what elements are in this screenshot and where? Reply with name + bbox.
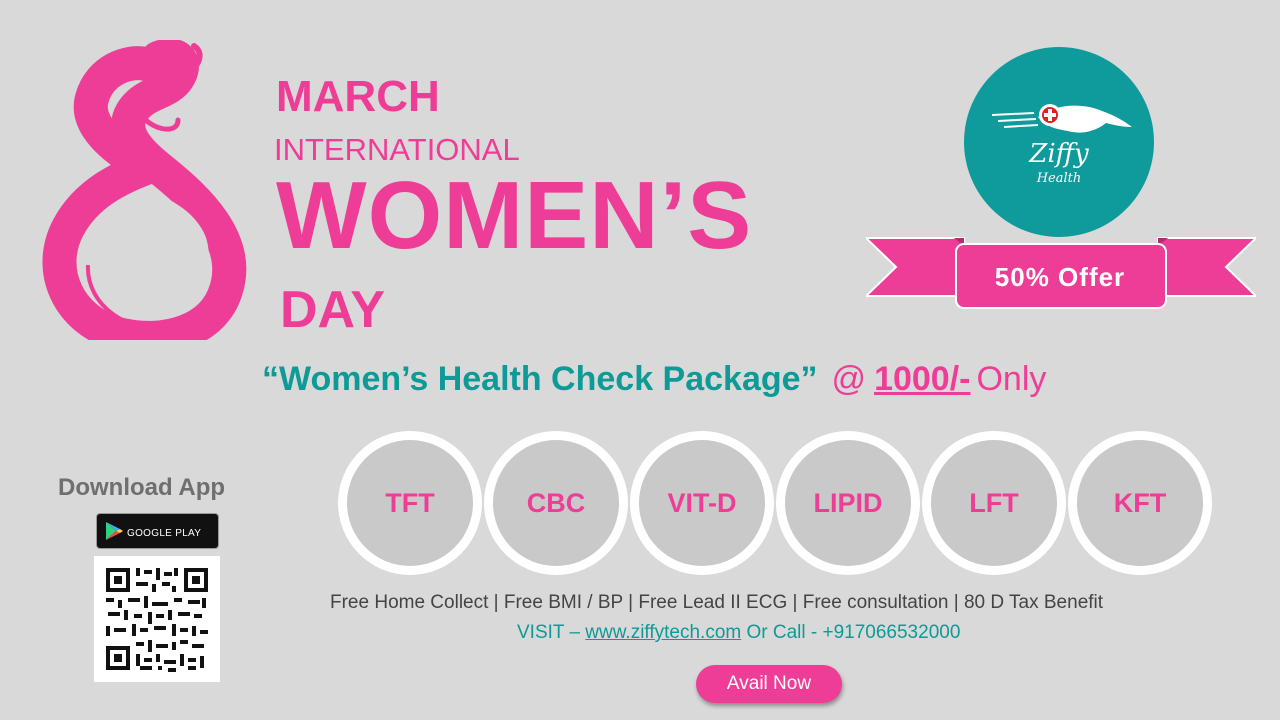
qr-code — [94, 556, 220, 682]
logo-subtitle: Health — [1036, 171, 1082, 186]
test-badge-tft: TFT — [338, 431, 482, 575]
number-eight-graphic — [42, 40, 247, 340]
test-label: LFT — [931, 440, 1057, 566]
promo-banner: MARCH INTERNATIONAL WOMEN’S DAY Ziffy He… — [0, 0, 1280, 720]
website-link[interactable]: www.ziffytech.com — [585, 622, 741, 643]
google-play-badge[interactable]: GOOGLE PLAY — [96, 513, 219, 549]
test-badge-lft: LFT — [922, 431, 1066, 575]
download-app-title: Download App — [58, 474, 226, 501]
offer-label: 50% Offer — [994, 262, 1126, 292]
package-at: @ — [831, 360, 867, 398]
test-label: TFT — [347, 440, 473, 566]
test-badge-cbc: CBC — [484, 431, 628, 575]
test-label: CBC — [493, 440, 619, 566]
test-badge-vit-d: VIT-D — [630, 431, 774, 575]
month-label: MARCH — [276, 72, 440, 121]
play-store-icon — [106, 522, 123, 540]
google-play-label: GOOGLE PLAY — [127, 528, 202, 539]
call-text: Or Call - +917066532000 — [741, 622, 961, 643]
ziffy-health-logo: Ziffy Health — [964, 47, 1154, 237]
day-label: DAY — [280, 281, 386, 339]
test-label: LIPID — [785, 440, 911, 566]
test-badge-kft: KFT — [1068, 431, 1212, 575]
avail-now-button[interactable]: Avail Now — [696, 665, 842, 703]
test-list: TFT CBC VIT-D LIPID LFT KFT — [338, 431, 1218, 577]
package-price: 1000/- — [874, 360, 971, 398]
package-name: “Women’s Health Check Package” — [262, 360, 818, 398]
contact-line: VISIT – www.ziffytech.com Or Call - +917… — [517, 622, 960, 644]
benefits-line: Free Home Collect | Free BMI / BP | Free… — [330, 592, 1104, 613]
womens-heading: WOMEN’S — [276, 162, 753, 269]
package-only: Only — [976, 360, 1047, 398]
visit-prefix: VISIT – — [517, 622, 586, 643]
test-badge-lipid: LIPID — [776, 431, 920, 575]
test-label: KFT — [1077, 440, 1203, 566]
test-label: VIT-D — [639, 440, 765, 566]
package-line: “Women’s Health Check Package” @1000/- Onl… — [262, 360, 1046, 399]
logo-name: Ziffy — [1029, 139, 1089, 169]
